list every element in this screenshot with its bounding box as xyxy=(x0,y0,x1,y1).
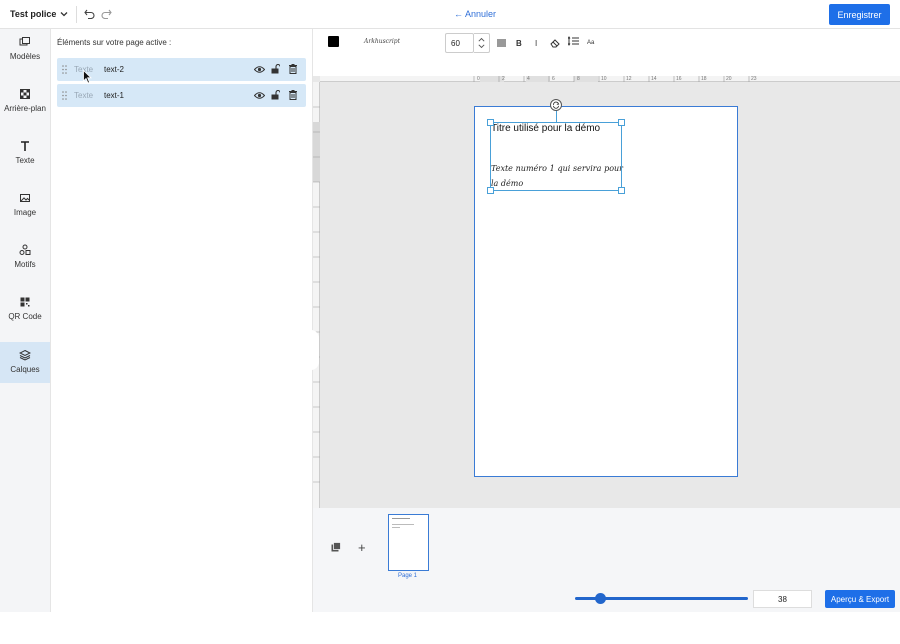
ruler-label: 2 xyxy=(502,76,505,82)
eye-icon[interactable] xyxy=(254,65,265,74)
sidebar-item-qrcode[interactable]: QR Code xyxy=(0,289,50,330)
bold-button[interactable]: B xyxy=(516,39,522,48)
sidebar-item-label: Arrière-plan xyxy=(4,104,46,113)
layers-icon xyxy=(19,349,31,361)
divider xyxy=(76,6,77,23)
italic-button[interactable]: I xyxy=(535,39,537,48)
drag-handle-icon[interactable] xyxy=(62,91,67,100)
resize-handle[interactable] xyxy=(618,119,625,126)
unlock-icon[interactable] xyxy=(271,64,280,74)
add-page-icon[interactable]: + xyxy=(358,540,366,555)
ruler-ticks xyxy=(473,76,750,82)
unlock-icon[interactable] xyxy=(271,90,280,100)
trash-icon[interactable] xyxy=(289,64,297,74)
ruler-label: 4 xyxy=(527,76,530,82)
ruler-label: 16 xyxy=(676,76,682,82)
cancel-button[interactable]: ← Annuler xyxy=(454,9,496,19)
ruler-label: 12 xyxy=(626,76,632,82)
ruler-label: 6 xyxy=(552,76,555,82)
undo-icon[interactable] xyxy=(84,9,95,19)
preview-export-button[interactable]: Aperçu & Export xyxy=(825,590,895,608)
image-icon xyxy=(20,194,30,202)
drag-handle-icon[interactable] xyxy=(62,65,67,74)
sidebar-item-background[interactable]: Arrière-plan xyxy=(0,81,50,122)
text-icon xyxy=(21,141,29,151)
cancel-label: Annuler xyxy=(465,9,497,19)
text-toolbar xyxy=(313,29,900,58)
rotation-connector xyxy=(556,110,557,122)
chevron-down-icon[interactable] xyxy=(60,10,68,18)
resize-handle[interactable] xyxy=(487,119,494,126)
sidebar-item-label: Modèles xyxy=(9,52,41,61)
background-icon xyxy=(20,89,30,99)
ruler-label: 20 xyxy=(726,76,732,82)
eraser-icon[interactable] xyxy=(550,38,560,48)
sidebar-item-label: Texte xyxy=(15,156,35,165)
sidebar-item-label: QR Code xyxy=(8,312,42,321)
sidebar-item-text[interactable]: Texte xyxy=(0,133,50,174)
horizontal-ruler: 0 2 4 6 8 10 12 14 16 18 20 23 xyxy=(320,76,900,82)
eye-icon[interactable] xyxy=(254,91,265,100)
resize-handle[interactable] xyxy=(618,187,625,194)
sidebar-nav: Modèles Arrière-plan Texte Image Motifs … xyxy=(0,29,51,612)
sidebar-item-label: Calques xyxy=(10,365,40,374)
ruler-label: 23 xyxy=(751,76,757,82)
text-case-button[interactable]: Aa xyxy=(587,40,594,46)
ruler-label: 10 xyxy=(601,76,607,82)
panel-title: Éléments sur votre page active : xyxy=(57,38,172,47)
align-justify-icon[interactable] xyxy=(497,39,506,47)
sidebar-item-image[interactable]: Image xyxy=(0,185,50,226)
resize-handle[interactable] xyxy=(487,187,494,194)
templates-icon xyxy=(19,37,30,46)
thumb-text-line xyxy=(392,524,414,525)
layers-panel xyxy=(51,29,313,612)
redo-icon[interactable] xyxy=(101,9,112,19)
vertical-ruler xyxy=(313,82,320,508)
sidebar-item-shapes[interactable]: Motifs xyxy=(0,237,50,278)
layer-row[interactable]: Texte text-2 xyxy=(57,58,306,81)
mouse-cursor-icon xyxy=(83,70,92,84)
rotate-icon[interactable] xyxy=(550,99,562,111)
document-name[interactable]: Test police xyxy=(10,9,56,19)
layer-name: text-1 xyxy=(104,91,125,100)
trash-icon[interactable] xyxy=(289,90,297,100)
ruler-ticks xyxy=(313,106,320,483)
page-thumbnail[interactable] xyxy=(388,514,429,571)
canvas-header xyxy=(313,58,900,76)
zoom-input[interactable]: 38 xyxy=(753,590,812,608)
ruler-label: 0 xyxy=(477,76,480,82)
duplicate-page-icon[interactable] xyxy=(331,542,341,552)
line-height-icon[interactable] xyxy=(568,36,579,46)
sidebar-item-label: Image xyxy=(13,208,37,217)
page-thumbnail-label: Page 1 xyxy=(398,573,418,579)
font-family-select[interactable]: Arkhuscript xyxy=(364,38,400,45)
bottom-margin xyxy=(0,612,900,644)
shapes-icon xyxy=(19,244,31,255)
layer-row[interactable]: Texte text-1 xyxy=(57,84,306,107)
ruler-label: 8 xyxy=(577,76,580,82)
sidebar-item-templates[interactable]: Modèles xyxy=(0,29,50,70)
ruler-label: 18 xyxy=(701,76,707,82)
font-size-stepper[interactable] xyxy=(474,33,490,53)
layer-type: Texte xyxy=(74,91,94,100)
sidebar-item-layers[interactable]: Calques xyxy=(0,342,50,383)
thumb-title-line xyxy=(392,518,410,519)
thumb-text-line xyxy=(392,527,400,528)
selection-box[interactable] xyxy=(487,119,625,194)
arrow-left-icon: ← xyxy=(454,9,463,19)
save-button[interactable]: Enregistrer xyxy=(829,4,890,25)
ruler-label: 14 xyxy=(651,76,657,82)
text-color-swatch[interactable] xyxy=(328,36,339,47)
qrcode-icon xyxy=(20,297,30,307)
font-size-input[interactable]: 60 xyxy=(445,33,474,53)
top-bar xyxy=(0,0,900,29)
layer-name: text-2 xyxy=(104,65,125,74)
panel-collapse-handle[interactable] xyxy=(307,330,319,370)
sidebar-item-label: Motifs xyxy=(14,260,36,269)
